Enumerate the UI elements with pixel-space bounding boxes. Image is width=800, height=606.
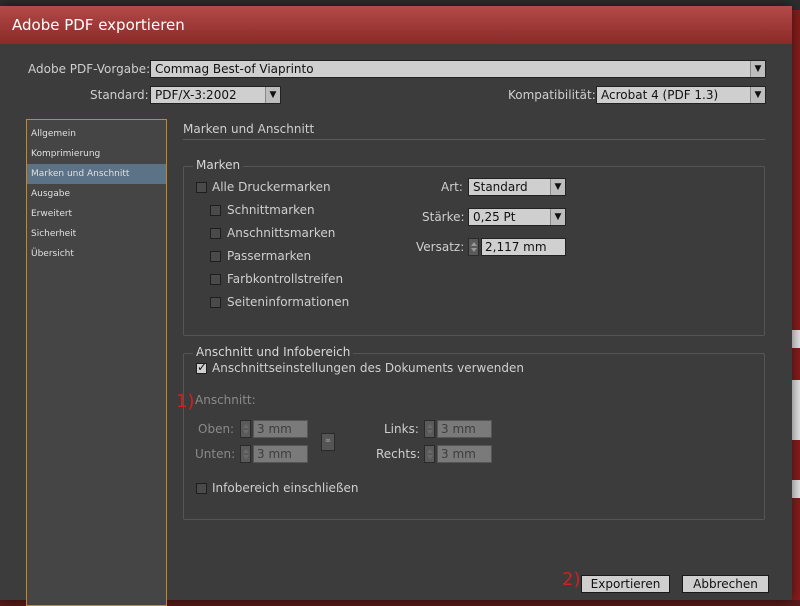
pdf-export-dialog: Adobe PDF exportieren Adobe PDF-Vorgabe:… bbox=[0, 6, 792, 606]
weight-label: Stärke: bbox=[422, 210, 465, 224]
sidebar-item-security[interactable]: Sicherheit bbox=[27, 224, 166, 244]
compat-select[interactable]: Acrobat 4 (PDF 1.3) ▼ bbox=[596, 86, 766, 104]
marks-group-title: Marken bbox=[193, 158, 244, 172]
left-stepper[interactable] bbox=[424, 420, 435, 438]
chevron-down-icon: ▼ bbox=[750, 61, 765, 77]
use-doc-bleed-checkbox[interactable] bbox=[196, 360, 207, 374]
link-icon[interactable]: ⚭ bbox=[321, 433, 335, 451]
preset-value: Commag Best-of Viaprinto bbox=[155, 62, 314, 76]
page-info-checkbox[interactable] bbox=[210, 297, 221, 308]
crop-marks-checkbox[interactable] bbox=[210, 205, 221, 216]
type-value: Standard bbox=[473, 180, 528, 194]
sidebar: Allgemein Komprimierung Marken und Ansch… bbox=[26, 119, 167, 606]
annotation-two: 2) bbox=[562, 569, 581, 590]
bleed-label: Anschnitt: bbox=[195, 393, 256, 407]
standard-select[interactable]: PDF/X-3:2002 ▼ bbox=[150, 86, 281, 104]
sidebar-item-marks-bleed[interactable]: Marken und Anschnitt bbox=[27, 164, 166, 184]
top-label: Oben: bbox=[198, 422, 235, 436]
annotation-one: 1) bbox=[176, 391, 195, 412]
crop-marks-label: Schnittmarken bbox=[227, 203, 315, 217]
bleed-marks-label: Anschnittsmarken bbox=[227, 226, 336, 240]
sidebar-item-general[interactable]: Allgemein bbox=[27, 124, 166, 144]
bleed-group-title: Anschnitt und Infobereich bbox=[193, 345, 354, 359]
offset-label: Versatz: bbox=[416, 240, 465, 254]
left-input[interactable]: 3 mm bbox=[437, 420, 492, 438]
chevron-down-icon: ▼ bbox=[550, 179, 565, 195]
registration-marks-checkbox[interactable] bbox=[210, 251, 221, 262]
sidebar-item-compression[interactable]: Komprimierung bbox=[27, 144, 166, 164]
section-title: Marken und Anschnitt bbox=[183, 122, 315, 136]
right-input[interactable]: 3 mm bbox=[437, 445, 492, 463]
color-bars-label: Farbkontrollstreifen bbox=[227, 272, 344, 286]
all-marks-checkbox[interactable] bbox=[196, 182, 207, 193]
left-label: Links: bbox=[384, 422, 419, 436]
bottom-label: Unten: bbox=[195, 447, 236, 461]
weight-select[interactable]: 0,25 Pt ▼ bbox=[468, 208, 566, 226]
sidebar-item-advanced[interactable]: Erweitert bbox=[27, 204, 166, 224]
page-info-label: Seiteninformationen bbox=[227, 295, 350, 309]
all-marks-label: Alle Druckermarken bbox=[212, 180, 331, 194]
offset-input[interactable]: 2,117 mm bbox=[481, 238, 566, 256]
preset-select[interactable]: Commag Best-of Viaprinto ▼ bbox=[150, 60, 766, 78]
compat-value: Acrobat 4 (PDF 1.3) bbox=[601, 88, 719, 102]
dialog-title: Adobe PDF exportieren bbox=[12, 16, 185, 34]
offset-stepper[interactable] bbox=[468, 238, 479, 256]
bleed-marks-checkbox[interactable] bbox=[210, 228, 221, 239]
type-select[interactable]: Standard ▼ bbox=[468, 178, 566, 196]
chevron-down-icon: ▼ bbox=[550, 209, 565, 225]
slug-checkbox[interactable] bbox=[196, 483, 207, 494]
slug-label: Infobereich einschließen bbox=[212, 481, 359, 495]
weight-value: 0,25 Pt bbox=[473, 210, 516, 224]
standard-label: Standard: bbox=[90, 88, 149, 102]
use-doc-bleed-label: Anschnittseinstellungen des Dokuments ve… bbox=[212, 361, 524, 375]
sidebar-item-output[interactable]: Ausgabe bbox=[27, 184, 166, 204]
bottom-stepper[interactable] bbox=[240, 445, 251, 463]
top-input[interactable]: 3 mm bbox=[253, 420, 308, 438]
sidebar-item-summary[interactable]: Übersicht bbox=[27, 244, 166, 264]
top-stepper[interactable] bbox=[240, 420, 251, 438]
title-bar[interactable]: Adobe PDF exportieren bbox=[0, 6, 792, 44]
compat-label: Kompatibilität: bbox=[508, 88, 596, 102]
standard-value: PDF/X-3:2002 bbox=[155, 88, 237, 102]
chevron-down-icon: ▼ bbox=[265, 87, 280, 103]
section-divider bbox=[183, 139, 765, 140]
right-label: Rechts: bbox=[376, 447, 421, 461]
export-button[interactable]: Exportieren bbox=[581, 575, 670, 593]
chevron-down-icon: ▼ bbox=[750, 87, 765, 103]
preset-label: Adobe PDF-Vorgabe: bbox=[28, 62, 151, 76]
right-stepper[interactable] bbox=[424, 445, 435, 463]
color-bars-checkbox[interactable] bbox=[210, 274, 221, 285]
bottom-input[interactable]: 3 mm bbox=[253, 445, 308, 463]
cancel-button[interactable]: Abbrechen bbox=[682, 575, 769, 593]
type-label: Art: bbox=[441, 180, 463, 194]
registration-marks-label: Passermarken bbox=[227, 249, 312, 263]
